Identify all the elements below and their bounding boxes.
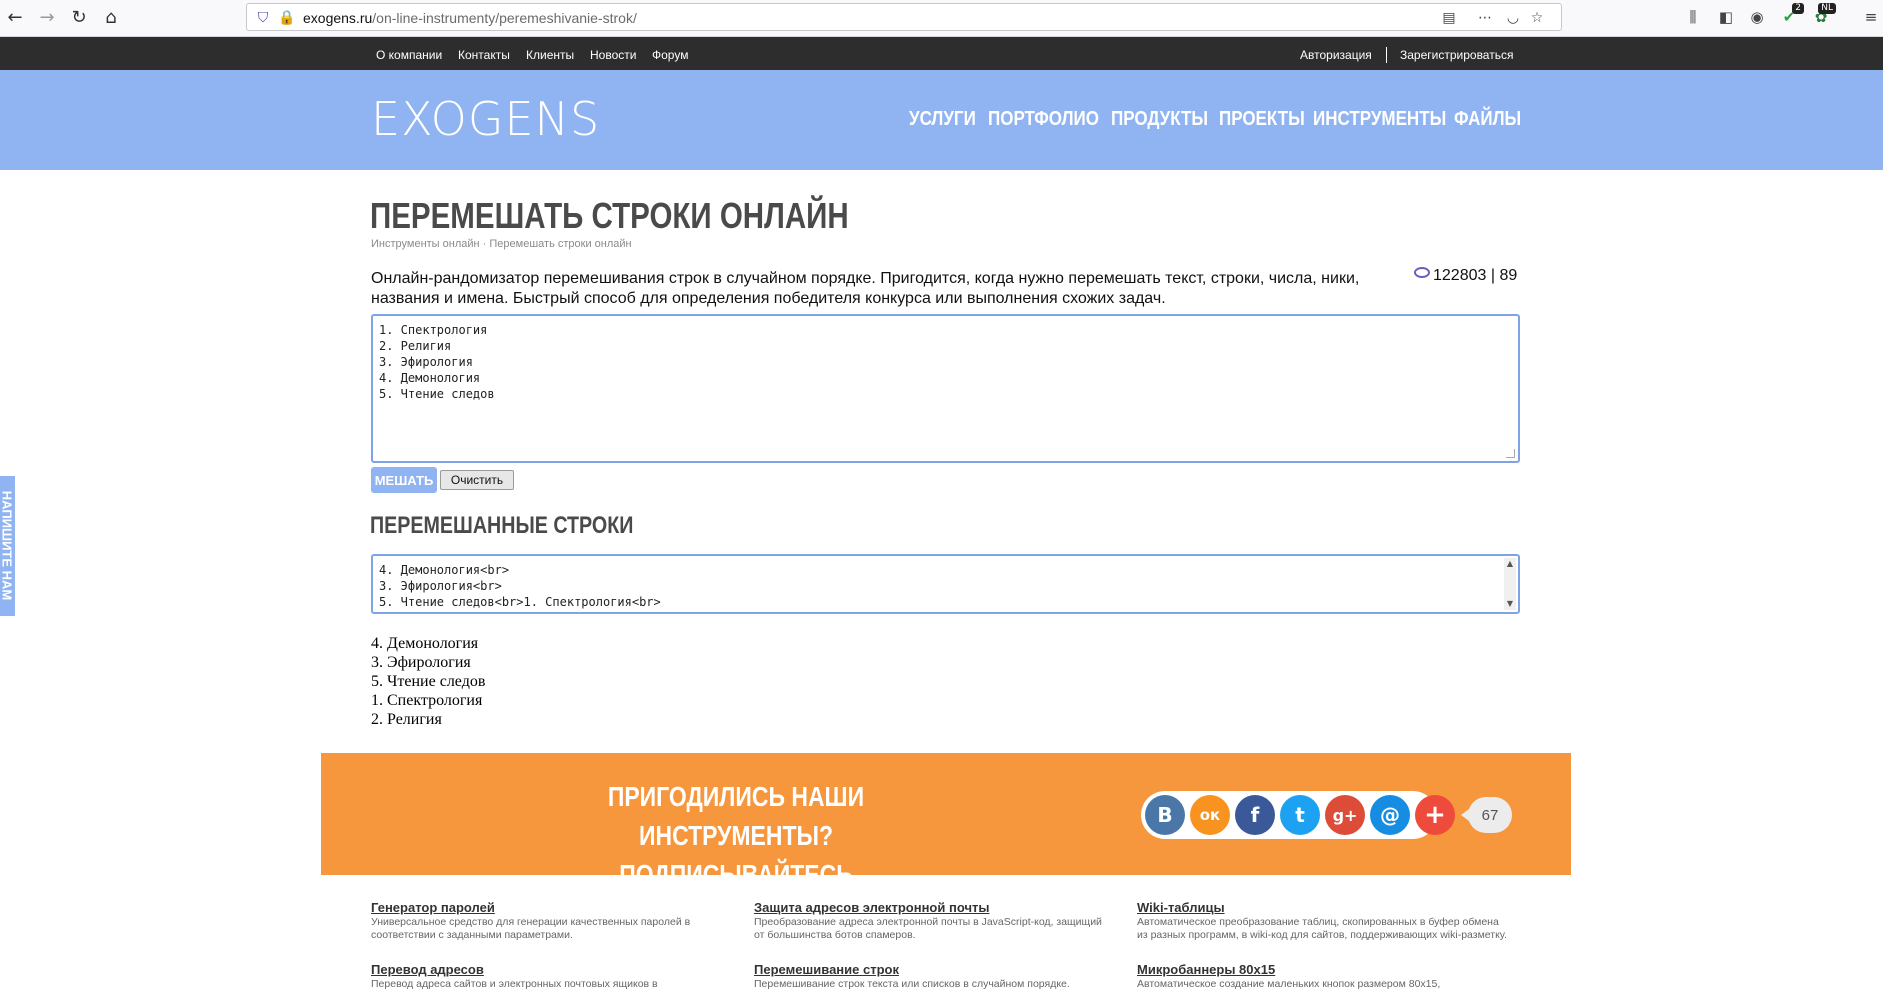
footer-item: Wiki-таблицы Автоматическое преобразован… [1137, 900, 1507, 942]
bookmark-star-icon[interactable]: ☆ [1527, 8, 1547, 28]
reader-view-icon[interactable]: ▤ [1439, 8, 1459, 28]
topnav-divider [1386, 47, 1387, 63]
shuffle-button[interactable]: МЕШАТЬ [371, 467, 437, 493]
url-text[interactable]: exogens.ru/on-line-instrumenty/peremeshi… [303, 10, 637, 26]
input-textarea[interactable]: 1. Спектрология 2. Религия 3. Эфирология… [371, 314, 1520, 463]
browser-toolbar: ← → ↻ ⌂ ⛉ 🔒 exogens.ru/on-line-instrumen… [0, 0, 1883, 37]
footer-link-address-translation[interactable]: Перевод адресов [371, 962, 721, 977]
footer-item: Микробаннеры 80x15 Автоматическое создан… [1137, 962, 1487, 991]
topnav-news[interactable]: Новости [590, 48, 636, 62]
breadcrumb: Инструменты онлайн · Перемешать строки о… [371, 238, 632, 250]
output-textarea[interactable]: 4. Демонология<br> 3. Эфирология<br> 5. … [371, 554, 1520, 614]
nav-files[interactable]: ФАЙЛЫ [1454, 108, 1521, 131]
feedback-tab-label: НАПИШИТЕ НАМ [0, 490, 15, 601]
odnoklassniki-icon[interactable]: ок [1190, 795, 1230, 835]
scroll-down-icon[interactable]: ▼ [1504, 598, 1516, 610]
page-title: ПЕРЕМЕШАТЬ СТРОКИ ОНЛАЙН [370, 195, 849, 236]
topnav-forum[interactable]: Форум [652, 48, 688, 62]
banner-line1: ПРИГОДИЛИСЬ НАШИ ИНСТРУМЕНТЫ? [607, 781, 865, 851]
insecure-lock-icon[interactable]: 🔒 [277, 8, 297, 28]
menu-icon[interactable]: ≡ [1860, 6, 1882, 28]
footer-desc: Автоматическое создание маленьких кнопок… [1137, 978, 1441, 990]
eye-icon [1414, 267, 1430, 278]
breadcrumb-current[interactable]: Перемешать строки онлайн [489, 238, 631, 250]
vk-icon[interactable]: В [1145, 795, 1185, 835]
footer-link-wiki-tables[interactable]: Wiki-таблицы [1137, 900, 1507, 915]
view-counter: 122803 | 89 [1414, 267, 1517, 285]
nav-products[interactable]: ПРОДУКТЫ [1111, 108, 1208, 131]
googleplus-icon[interactable]: g+ [1325, 795, 1365, 835]
footer-item: Перемешивание строк Перемешивание строк … [754, 962, 1104, 991]
footer-item: Перевод адресов Перевод адреса сайтов и … [371, 962, 721, 991]
sidebar-icon[interactable]: ◧ [1715, 6, 1737, 28]
site-header: EXOGENS УСЛУГИ ПОРТФОЛИО ПРОДУКТЫ ПРОЕКТ… [0, 70, 1883, 170]
result-line: 1. Спектрология [371, 692, 483, 709]
result-line: 3. Эфирология [371, 654, 471, 671]
breadcrumb-separator: · [482, 238, 487, 250]
result-line: 4. Демонология [371, 635, 479, 652]
footer-desc: Автоматическое преобразование таблиц, ск… [1137, 916, 1507, 941]
mail-icon[interactable]: @ [1370, 795, 1410, 835]
shield-icon[interactable]: ⛉ [253, 8, 273, 28]
forward-icon[interactable]: → [34, 4, 60, 30]
topnav-contacts[interactable]: Контакты [458, 48, 510, 62]
subscribe-banner: ПРИГОДИЛИСЬ НАШИ ИНСТРУМЕНТЫ? ПОДПИСЫВАЙ… [321, 753, 1571, 929]
result-list: 4. Демонология 3. Эфирология 5. Чтение с… [371, 634, 485, 729]
page-actions-icon[interactable]: ⋯ [1475, 8, 1495, 28]
feedback-tab[interactable]: НАПИШИТЕ НАМ [0, 476, 15, 616]
pocket-icon[interactable]: ◡ [1503, 8, 1523, 28]
footer-desc: Перевод адреса сайтов и электронных почт… [371, 978, 658, 990]
account-icon[interactable]: ◉ [1746, 6, 1768, 28]
site-logo[interactable]: EXOGENS [371, 92, 600, 146]
footer-link-email-protection[interactable]: Защита адресов электронной почты [754, 900, 1104, 915]
back-icon[interactable]: ← [2, 4, 28, 30]
result-line: 5. Чтение следов [371, 673, 486, 690]
share-counter: 67 [1461, 797, 1512, 833]
register-link[interactable]: Зарегистрироваться [1400, 48, 1513, 62]
footer-link-microbanners[interactable]: Микробаннеры 80x15 [1137, 962, 1487, 977]
footer-item: Защита адресов электронной почты Преобра… [754, 900, 1104, 942]
reload-icon[interactable]: ↻ [66, 4, 92, 30]
intro-text: Онлайн-рандомизатор перемешивания строк … [371, 270, 1360, 307]
output-title: ПЕРЕМЕШАННЫЕ СТРОКИ [370, 512, 634, 539]
clear-button[interactable]: Очистить [440, 470, 514, 490]
footer-desc: Перемешивание строк текста или списков в… [754, 978, 1070, 990]
login-link[interactable]: Авторизация [1300, 48, 1372, 62]
address-bar[interactable]: ⛉ 🔒 exogens.ru/on-line-instrumenty/perem… [246, 3, 1562, 31]
footer-link-password-generator[interactable]: Генератор паролей [371, 900, 721, 915]
resize-grip-icon[interactable] [1506, 449, 1515, 458]
plus-icon[interactable]: + [1415, 795, 1455, 835]
footer-item: Генератор паролей Универсальное средство… [371, 900, 721, 942]
breadcrumb-tools[interactable]: Инструменты онлайн [371, 238, 480, 250]
scroll-up-icon[interactable]: ▲ [1504, 558, 1516, 570]
facebook-icon[interactable]: f [1235, 795, 1275, 835]
topnav-about[interactable]: О компании [376, 48, 442, 62]
output-scrollbar[interactable]: ▲ ▼ [1504, 558, 1516, 610]
footer-link-shuffle-lines[interactable]: Перемешивание строк [754, 962, 1104, 977]
library-icon[interactable]: ⫼ [1682, 6, 1704, 28]
social-share-bar: В ок f t g+ @ + [1141, 791, 1455, 839]
result-line: 2. Религия [371, 711, 442, 728]
nav-services[interactable]: УСЛУГИ [909, 108, 976, 131]
twitter-icon[interactable]: t [1280, 795, 1320, 835]
extension-translate-icon[interactable]: ✿ NL [1810, 3, 1836, 28]
footer-desc: Преобразование адреса электронной почты … [754, 916, 1102, 941]
topnav-clients[interactable]: Клиенты [526, 48, 574, 62]
nav-tools[interactable]: ИНСТРУМЕНТЫ [1313, 108, 1446, 131]
home-icon[interactable]: ⌂ [98, 4, 124, 30]
nav-portfolio[interactable]: ПОРТФОЛИО [988, 108, 1099, 131]
extension-shield-icon[interactable]: ✔ 2 [1778, 3, 1804, 28]
footer-desc: Универсальное средство для генерации кач… [371, 916, 691, 941]
top-navigation: О компании Контакты Клиенты Новости Фору… [0, 37, 1883, 70]
nav-projects[interactable]: ПРОЕКТЫ [1219, 108, 1305, 131]
